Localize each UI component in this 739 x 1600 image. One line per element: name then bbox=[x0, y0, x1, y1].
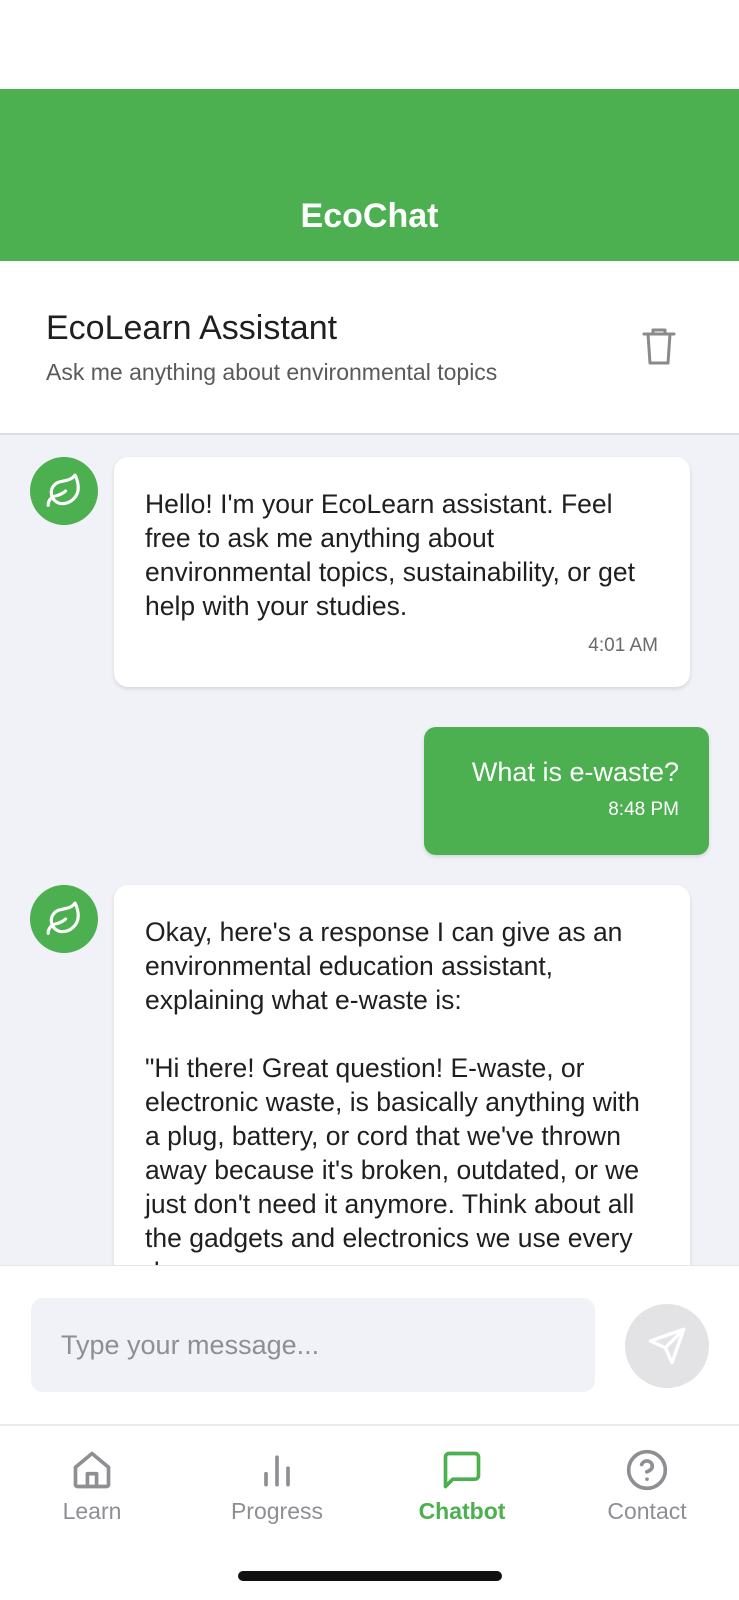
chat-message-list[interactable]: Hello! I'm your EcoLearn assistant. Feel… bbox=[0, 435, 739, 1265]
assistant-name: EcoLearn Assistant bbox=[46, 309, 338, 347]
message-timestamp: 4:01 AM bbox=[588, 635, 658, 656]
trash-icon bbox=[642, 328, 676, 365]
message-composer bbox=[0, 1265, 739, 1424]
nav-label: Learn bbox=[62, 1498, 122, 1524]
nav-label: Contact bbox=[607, 1498, 687, 1524]
clear-chat-button[interactable] bbox=[636, 323, 682, 369]
bot-avatar bbox=[30, 885, 98, 953]
home-indicator bbox=[238, 1571, 502, 1581]
leaf-icon bbox=[46, 901, 80, 935]
status-bar bbox=[0, 0, 739, 89]
message-text: Okay, here's a response I can give as an… bbox=[145, 917, 640, 1265]
nav-label: Chatbot bbox=[418, 1498, 506, 1524]
nav-item-chatbot[interactable]: Chatbot bbox=[392, 1446, 532, 1525]
home-icon bbox=[73, 1451, 111, 1489]
help-circle-icon bbox=[626, 1449, 668, 1491]
nav-label: Progress bbox=[230, 1498, 324, 1524]
bot-message-bubble: Hello! I'm your EcoLearn assistant. Feel… bbox=[114, 457, 690, 687]
bot-avatar bbox=[30, 457, 98, 525]
chat-icon bbox=[443, 1451, 481, 1489]
assistant-info-bar: EcoLearn Assistant Ask me anything about… bbox=[0, 261, 739, 435]
app-header: EcoChat bbox=[0, 89, 739, 261]
message-timestamp: 8:48 PM bbox=[608, 799, 679, 820]
app-title: EcoChat bbox=[300, 197, 439, 235]
leaf-icon bbox=[46, 473, 80, 507]
message-input[interactable] bbox=[31, 1298, 595, 1392]
message-text: What is e-waste? bbox=[471, 757, 679, 787]
send-icon bbox=[648, 1327, 686, 1365]
nav-item-learn[interactable]: Learn bbox=[22, 1446, 162, 1525]
assistant-subtitle: Ask me anything about environmental topi… bbox=[46, 359, 498, 385]
nav-item-progress[interactable]: Progress bbox=[207, 1446, 347, 1525]
bar-chart-icon bbox=[264, 1455, 290, 1487]
send-button[interactable] bbox=[625, 1304, 709, 1388]
user-message-bubble: What is e-waste? 8:48 PM bbox=[424, 727, 709, 855]
bot-message-bubble: Okay, here's a response I can give as an… bbox=[114, 885, 690, 1265]
message-text: Hello! I'm your EcoLearn assistant. Feel… bbox=[145, 489, 643, 621]
nav-item-contact[interactable]: Contact bbox=[577, 1446, 717, 1525]
